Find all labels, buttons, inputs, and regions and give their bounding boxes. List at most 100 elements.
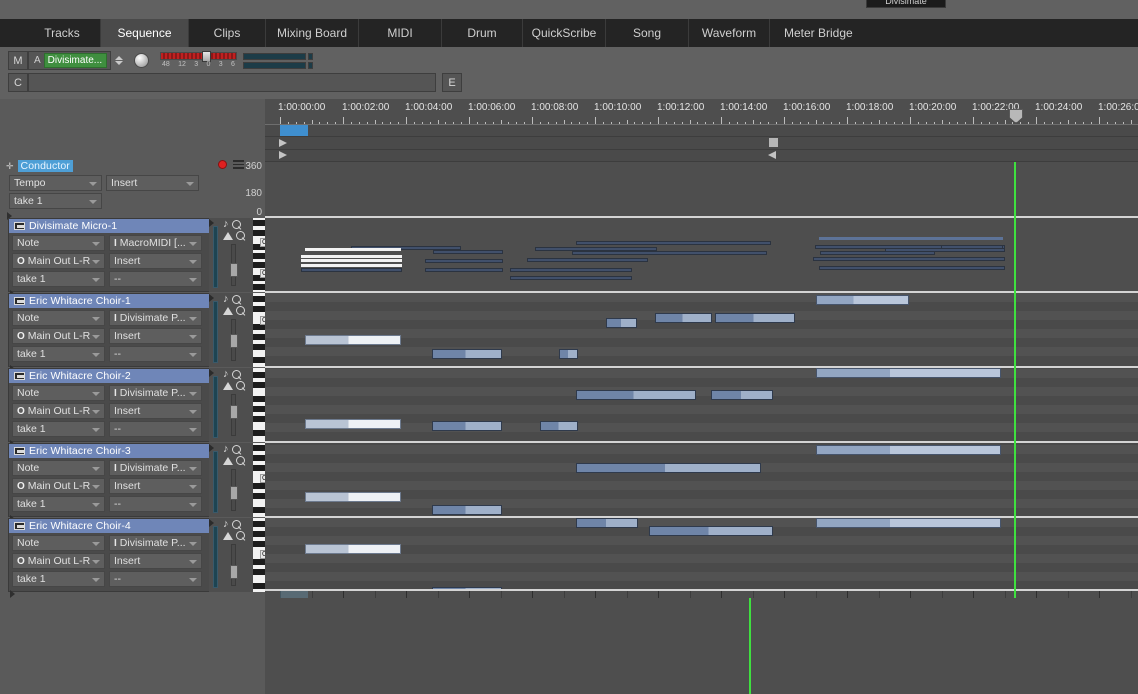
inspector-vertical-slider[interactable] bbox=[230, 394, 238, 436]
midi-note[interactable] bbox=[606, 318, 637, 328]
memory-end-flag-icon[interactable] bbox=[279, 151, 287, 159]
note-icon[interactable]: ♪ bbox=[223, 369, 229, 380]
midi-note[interactable] bbox=[433, 250, 503, 254]
track-take-select[interactable]: take 1 bbox=[12, 346, 105, 362]
track-output-select[interactable]: Main Out L-R bbox=[12, 403, 105, 419]
midi-note[interactable] bbox=[576, 390, 696, 400]
midi-note[interactable] bbox=[816, 295, 909, 305]
track-input-select[interactable]: Note bbox=[12, 385, 105, 401]
track-output-select[interactable]: Main Out L-R bbox=[12, 553, 105, 569]
playhead-line[interactable] bbox=[1014, 162, 1016, 598]
tab-clips[interactable]: Clips bbox=[189, 19, 266, 47]
track-send-select[interactable]: -- bbox=[109, 271, 202, 287]
midi-note[interactable] bbox=[432, 349, 502, 359]
conductor-take-select[interactable]: take 1 bbox=[9, 193, 102, 209]
midi-note[interactable] bbox=[649, 526, 773, 536]
track-instrument-select[interactable]: MacroMIDI [... bbox=[109, 235, 202, 251]
midi-note[interactable] bbox=[572, 251, 767, 255]
track-output-select[interactable]: Main Out L-R bbox=[12, 328, 105, 344]
midi-note[interactable] bbox=[816, 518, 1001, 528]
edit-button[interactable]: E bbox=[442, 73, 462, 92]
track-insert-select[interactable]: Insert bbox=[109, 328, 202, 344]
midi-note[interactable] bbox=[813, 257, 1005, 261]
midi-note[interactable] bbox=[432, 505, 502, 515]
track-row-conductor[interactable]: ✛ Conductor Tempo Insert take 1 bbox=[6, 159, 254, 220]
inspector-level-fader[interactable] bbox=[213, 301, 218, 363]
selection-region-marker[interactable] bbox=[280, 125, 308, 136]
memory-start-flag-icon[interactable] bbox=[279, 139, 287, 147]
track-instrument-select[interactable]: Divisimate P... bbox=[109, 535, 202, 551]
track-output-select[interactable]: Main Out L-R bbox=[12, 478, 105, 494]
midi-note[interactable] bbox=[816, 445, 1001, 455]
inspector-slider-thumb[interactable] bbox=[230, 405, 238, 419]
inspector-vertical-slider[interactable] bbox=[230, 319, 238, 361]
track-insert-select[interactable]: Insert bbox=[109, 553, 202, 569]
lane-eric-whitacre-choir-1[interactable] bbox=[265, 291, 1138, 366]
note-icon[interactable]: ♪ bbox=[223, 444, 229, 455]
zoom-in-icon[interactable] bbox=[231, 294, 242, 305]
tab-mixing-board[interactable]: Mixing Board bbox=[266, 19, 359, 47]
memory-end-left-flag-icon[interactable] bbox=[768, 151, 776, 159]
midi-note-selected[interactable] bbox=[305, 248, 401, 251]
conductor-param-select[interactable]: Tempo bbox=[9, 175, 102, 191]
note-icon[interactable]: ♪ bbox=[223, 294, 229, 305]
pan-knob[interactable] bbox=[134, 53, 149, 68]
inspector-vertical-slider[interactable] bbox=[230, 244, 238, 286]
tab-meter-bridge[interactable]: Meter Bridge bbox=[770, 19, 860, 47]
track-take-select[interactable]: take 1 bbox=[12, 571, 105, 587]
comment-button[interactable]: C bbox=[8, 73, 28, 92]
midi-note[interactable] bbox=[819, 237, 1003, 240]
comment-field[interactable] bbox=[28, 73, 436, 92]
lane-eric-whitacre-choir-2[interactable] bbox=[265, 366, 1138, 441]
midi-note[interactable] bbox=[540, 421, 578, 431]
velocity-icon[interactable] bbox=[223, 456, 233, 465]
tab-sequence[interactable]: Sequence bbox=[101, 19, 189, 47]
tab-waveform[interactable]: Waveform bbox=[689, 19, 770, 47]
inspector-slider-thumb[interactable] bbox=[230, 263, 238, 277]
track-send-select[interactable]: -- bbox=[109, 346, 202, 362]
lane-divisimate-micro-1[interactable] bbox=[265, 216, 1138, 291]
midi-note-selected[interactable] bbox=[301, 259, 402, 262]
track-take-select[interactable]: take 1 bbox=[12, 271, 105, 287]
midi-note-selected[interactable] bbox=[305, 492, 401, 502]
midi-note[interactable] bbox=[819, 266, 1005, 270]
midi-note[interactable] bbox=[576, 463, 761, 473]
note-icon[interactable]: ♪ bbox=[223, 519, 229, 530]
track-name-field[interactable]: A Divisimate... bbox=[28, 51, 111, 70]
track-instrument-select[interactable]: Divisimate P... bbox=[109, 385, 202, 401]
record-enable-icon[interactable] bbox=[218, 160, 227, 169]
mute-button[interactable]: M bbox=[8, 51, 28, 70]
lane-eric-whitacre-choir-4[interactable] bbox=[265, 516, 1138, 591]
midi-note-selected[interactable] bbox=[301, 255, 402, 258]
conductor-disclosure-icon[interactable]: ✛ bbox=[6, 161, 14, 172]
track-take-select[interactable]: take 1 bbox=[12, 496, 105, 512]
zoom-out-icon[interactable] bbox=[236, 380, 246, 391]
zoom-in-icon[interactable] bbox=[231, 219, 242, 230]
track-send-select[interactable]: -- bbox=[109, 421, 202, 437]
velocity-icon[interactable] bbox=[223, 231, 233, 240]
timeline-ruler[interactable]: 1:00:00:00 1:00:02:00 1:00:04:00 1:00:06… bbox=[265, 99, 1138, 125]
inspector-level-fader[interactable] bbox=[213, 526, 218, 588]
track-expand-icon[interactable] bbox=[10, 590, 15, 598]
clip-grid-area[interactable] bbox=[265, 162, 1138, 598]
lane-conductor[interactable] bbox=[265, 162, 1138, 216]
tab-tracks[interactable]: Tracks bbox=[24, 19, 101, 47]
midi-note-selected[interactable] bbox=[301, 264, 402, 267]
midi-note[interactable] bbox=[655, 313, 712, 323]
midi-note[interactable] bbox=[527, 258, 648, 262]
track-input-select[interactable]: Note bbox=[12, 235, 105, 251]
tab-drum[interactable]: Drum bbox=[442, 19, 523, 47]
inspector-level-fader[interactable] bbox=[213, 226, 218, 288]
midi-note[interactable] bbox=[576, 241, 771, 245]
track-input-select[interactable]: Note bbox=[12, 535, 105, 551]
zoom-out-icon[interactable] bbox=[236, 455, 246, 466]
midi-note[interactable] bbox=[715, 313, 795, 323]
inspector-level-fader[interactable] bbox=[213, 451, 218, 513]
marker-strip-selection[interactable] bbox=[265, 125, 1138, 137]
midi-note[interactable] bbox=[711, 390, 773, 400]
zoom-in-icon[interactable] bbox=[231, 369, 242, 380]
marker-strip-memory-start[interactable] bbox=[265, 137, 1138, 150]
track-instrument-select[interactable]: Divisimate P... bbox=[109, 460, 202, 476]
inspector-level-fader[interactable] bbox=[213, 376, 218, 438]
track-input-select[interactable]: Note bbox=[12, 460, 105, 476]
